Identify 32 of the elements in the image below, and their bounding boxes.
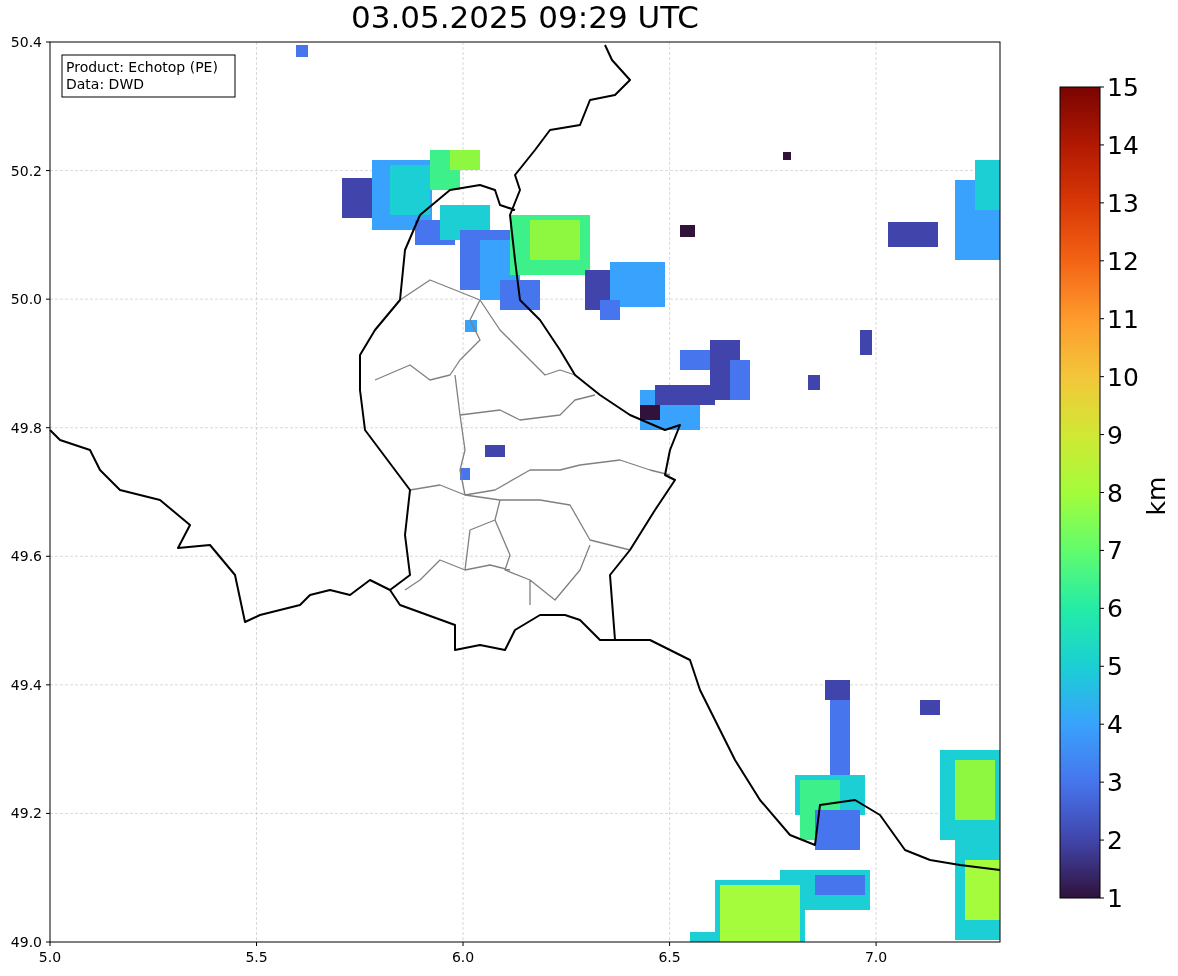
colorbar-tick-label: 2	[1107, 826, 1123, 856]
colorbar-tick-label: 5	[1107, 652, 1123, 682]
latitude-label: 49.2	[10, 805, 42, 822]
legend-text: Data: DWD	[66, 76, 144, 92]
colorbar-tick-label: 8	[1107, 478, 1123, 508]
colorbar-tick-label: 4	[1107, 710, 1123, 740]
latitude-label: 49.0	[10, 934, 42, 950]
latitude-label: 50.4	[10, 34, 42, 50]
latitude-label: 50.0	[10, 291, 42, 308]
colorbar-unit-label: km	[1142, 476, 1171, 516]
colorbar-tick-label: 13	[1107, 188, 1139, 218]
colorbar-tick-label: 6	[1107, 594, 1123, 624]
longitude-label: 5.0	[38, 949, 62, 965]
map-title: 03.05.2025 09:29 UTC	[351, 0, 699, 34]
latitude-label: 50.2	[10, 162, 42, 179]
colorbar-tick-label: 1	[1107, 884, 1123, 913]
colorbar-tick-label: 10	[1107, 362, 1139, 392]
longitude-label: 6.5	[658, 949, 681, 965]
colorbar-tick-label: 9	[1107, 420, 1123, 450]
colorbar-tick-label: 7	[1107, 536, 1123, 566]
colorbar-tick-label: 14	[1107, 130, 1139, 160]
latitude-label: 49.8	[10, 419, 42, 436]
latitude-label: 49.4	[10, 676, 42, 693]
colorbar-tick-label: 12	[1107, 246, 1139, 276]
longitude-label: 6.0	[451, 949, 475, 965]
latitude-label: 49.6	[10, 548, 42, 565]
colorbar-tick-label: 15	[1107, 73, 1139, 102]
longitude-label: 7.0	[864, 949, 888, 965]
longitude-label: 5.5	[245, 949, 268, 965]
colorbar-tick-label: 11	[1107, 304, 1139, 334]
legend-text: Product: Echotop (PE)	[66, 59, 218, 75]
colorbar-tick-label: 3	[1107, 768, 1123, 798]
